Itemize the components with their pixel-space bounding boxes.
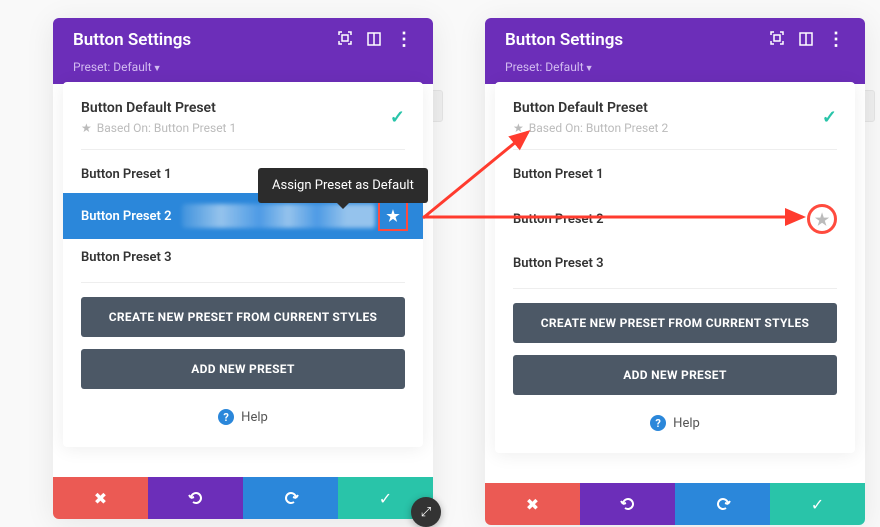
add-preset-button[interactable]: ADD NEW PRESET [81,349,405,389]
undo-button[interactable] [580,483,675,525]
redo-button[interactable] [243,477,338,519]
panel-footer: ✖ ✓ [53,477,433,519]
columns-icon[interactable] [367,31,381,50]
assign-default-button[interactable]: ★ [381,204,405,228]
columns-icon[interactable] [799,31,813,50]
based-on-label: ★ Based On: Button Preset 1 [81,121,390,135]
preset-dropdown[interactable]: Preset: Default▼ [485,60,865,84]
panel-title: Button Settings [505,30,769,50]
panel-header: Button Settings ⋮ [485,18,865,60]
default-preset-row[interactable]: Button Default Preset ★ Based On: Button… [513,82,837,150]
more-icon[interactable]: ⋮ [827,35,845,45]
help-link[interactable]: ? Help [81,401,405,437]
check-icon: ✓ [390,107,405,128]
reset-scope-icon[interactable] [769,30,785,50]
chevron-down-icon: ▼ [153,64,162,74]
expand-fab[interactable]: ⤢ [411,497,441,527]
check-icon: ✓ [822,107,837,128]
preset-item[interactable]: Button Preset 1 [513,156,837,193]
panel-header: Button Settings ⋮ [53,18,433,60]
help-icon: ? [650,415,666,431]
star-icon: ★ [81,121,92,135]
star-icon: ★ [386,207,399,225]
reset-scope-icon[interactable] [337,30,353,50]
divider [81,282,405,283]
preset-item[interactable]: Button Preset 3 [513,245,837,282]
preset-dropdown[interactable]: Preset: Default▼ [53,60,433,84]
annotation-arrow [418,205,818,235]
settings-panel-after: Button Settings ⋮ Preset: Default▼ Butto… [485,18,865,525]
chevron-down-icon: ▼ [585,64,594,74]
default-preset-row[interactable]: Button Default Preset ★ Based On: Button… [81,82,405,150]
add-preset-button[interactable]: ADD NEW PRESET [513,355,837,395]
panel-footer: ✖ ✓ [485,483,865,525]
preset-item[interactable]: Button Preset 3 [81,239,405,276]
default-preset-title: Button Default Preset [81,100,390,116]
create-preset-button[interactable]: CREATE NEW PRESET FROM CURRENT STYLES [81,297,405,337]
help-icon: ? [218,409,234,425]
save-button[interactable]: ✓ [770,483,865,525]
undo-button[interactable] [148,477,243,519]
divider [513,288,837,289]
redo-button[interactable] [675,483,770,525]
default-preset-title: Button Default Preset [513,100,822,116]
cancel-button[interactable]: ✖ [53,477,148,519]
based-on-label: ★ Based On: Button Preset 2 [513,121,822,135]
settings-panel-before: Button Settings ⋮ Preset: Default▼ Butto… [53,18,433,519]
panel-title: Button Settings [73,30,337,50]
cancel-button[interactable]: ✖ [485,483,580,525]
help-link[interactable]: ? Help [513,407,837,443]
more-icon[interactable]: ⋮ [395,35,413,45]
assign-default-tooltip: Assign Preset as Default [258,168,428,203]
create-preset-button[interactable]: CREATE NEW PRESET FROM CURRENT STYLES [513,303,837,343]
